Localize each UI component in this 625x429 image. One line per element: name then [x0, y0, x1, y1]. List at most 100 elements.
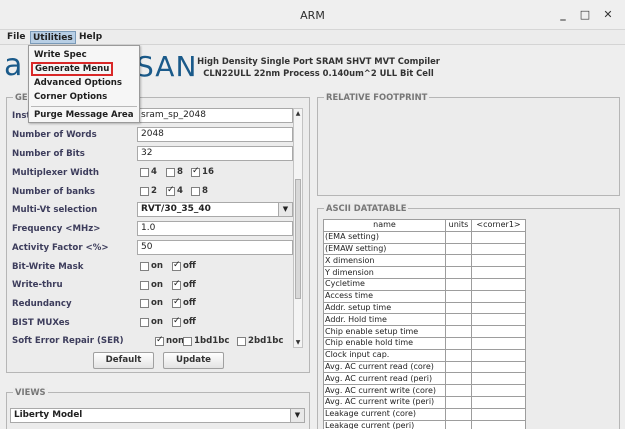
table-cell-name: Leakage current (peri) [323, 419, 446, 429]
minimize-icon[interactable]: _ [556, 8, 570, 22]
ser-2bd1bc-checkbox[interactable] [237, 336, 246, 346]
bank-2-checkbox[interactable] [140, 186, 149, 196]
table-cell-units [445, 348, 472, 362]
table-row: Leakage current (peri) [323, 419, 526, 429]
write-thru-on[interactable]: on [140, 280, 163, 291]
chevron-down-icon[interactable]: ▼ [290, 409, 304, 422]
ser-option-1bd1bc[interactable]: 1bd1bc [183, 336, 230, 347]
table-cell-units [445, 360, 472, 374]
activity-factor-field[interactable]: 50 [137, 240, 293, 255]
frequency-field[interactable]: 1.0 [137, 221, 293, 236]
scroll-down-icon[interactable]: ▼ [294, 338, 302, 347]
table-cell-name: Chip enable setup time [323, 325, 446, 338]
table-row: Addr. setup time [323, 301, 526, 315]
mux-4-checkbox[interactable] [140, 167, 149, 177]
table-cell-units [445, 301, 472, 315]
table-cell-corner1 [471, 289, 526, 303]
menu-utilities[interactable]: Utilities [30, 31, 76, 44]
write-thru-on-checkbox[interactable] [140, 280, 149, 290]
table-cell-units [445, 313, 472, 327]
bit-write-mask-on-checkbox[interactable] [140, 261, 149, 271]
ser-1bd1bc-checkbox[interactable] [183, 336, 192, 346]
menu-item-write-spec[interactable]: Write Spec [34, 49, 87, 61]
table-cell-units [445, 336, 472, 350]
table-cell-corner1 [471, 384, 526, 397]
menu-item-corner-options[interactable]: Corner Options [34, 91, 107, 103]
table-cell-units [445, 277, 472, 291]
table-cell-name: Y dimension [323, 266, 446, 279]
menu-help[interactable]: Help [77, 31, 104, 44]
bank-option-2[interactable]: 2 [140, 186, 157, 197]
bank-option-8[interactable]: 8 [191, 186, 208, 197]
views-select[interactable]: Liberty Model ▼ [10, 408, 305, 423]
redundancy-on-checkbox[interactable] [140, 298, 149, 308]
update-button[interactable]: Update [163, 352, 224, 369]
utilities-menu: Write Spec Generate Menu Advanced Option… [28, 45, 140, 123]
ser-none-checkbox[interactable] [155, 335, 164, 346]
maximize-icon[interactable]: □ [578, 8, 592, 22]
write-thru-off-checkbox[interactable] [172, 279, 181, 290]
ascii-datatable: name units <corner1> (EMA setting) (EMAW … [323, 219, 526, 429]
table-header-row: name units <corner1> [323, 219, 526, 232]
table-row: Access time [323, 289, 526, 303]
write-thru-off[interactable]: off [172, 279, 196, 291]
mux-option-4[interactable]: 4 [140, 167, 157, 178]
relative-footprint-panel: RELATIVE FOOTPRINT [317, 92, 620, 196]
menu-item-generate-menu[interactable]: Generate Menu [31, 62, 113, 76]
table-cell-name: Access time [323, 289, 446, 303]
bank-4-checkbox[interactable] [166, 185, 175, 196]
default-button[interactable]: Default [93, 352, 154, 369]
table-cell-units [445, 372, 472, 386]
redundancy-off-checkbox[interactable] [172, 297, 181, 308]
table-cell-units [445, 407, 472, 421]
table-cell-corner1 [471, 372, 526, 386]
table-cell-corner1 [471, 419, 526, 429]
close-icon[interactable]: ✕ [601, 8, 615, 22]
bank-8-checkbox[interactable] [191, 186, 200, 196]
mux-option-16[interactable]: 16 [191, 166, 214, 178]
table-cell-corner1 [471, 266, 526, 279]
scroll-thumb[interactable] [295, 179, 301, 299]
number-of-words-label: Number of Words [12, 130, 97, 140]
multi-vt-select[interactable]: RVT/30_35_40 ▼ [137, 202, 293, 217]
ser-label: Soft Error Repair (SER) [12, 336, 124, 346]
table-cell-corner1 [471, 230, 526, 244]
column-header-name: name [323, 219, 446, 232]
bit-write-mask-on[interactable]: on [140, 261, 163, 272]
number-of-bits-label: Number of Bits [12, 149, 85, 159]
table-row: Addr. Hold time [323, 313, 526, 327]
menu-item-purge-message-area[interactable]: Purge Message Area [34, 109, 134, 121]
number-of-words-field[interactable]: 2048 [137, 127, 293, 142]
number-of-bits-field[interactable]: 32 [137, 146, 293, 161]
mux-16-checkbox[interactable] [191, 166, 200, 177]
bank-option-4[interactable]: 4 [166, 185, 183, 197]
bit-write-mask-off[interactable]: off [172, 260, 196, 272]
table-cell-units [445, 242, 472, 256]
ser-option-2bd1bc[interactable]: 2bd1bc [237, 336, 284, 347]
write-thru-label: Write-thru [12, 280, 63, 290]
mux-option-8[interactable]: 8 [166, 167, 183, 178]
table-cell-name: Addr. Hold time [323, 313, 446, 327]
menu-file[interactable]: File [5, 31, 27, 44]
mux-8-checkbox[interactable] [166, 167, 175, 177]
table-row: Leakage current (core) [323, 407, 526, 421]
table-row: (EMAW setting) [323, 242, 526, 256]
ascii-datatable-legend: ASCII DATATABLE [324, 203, 409, 213]
redundancy-off[interactable]: off [172, 297, 196, 309]
views-selected-value: Liberty Model [14, 410, 83, 420]
bist-mux-off[interactable]: off [172, 316, 196, 328]
scroll-up-icon[interactable]: ▲ [294, 109, 302, 118]
table-cell-name: Avg. AC current read (peri) [323, 372, 446, 386]
general-scrollbar[interactable]: ▲ ▼ [293, 108, 303, 348]
redundancy-label: Redundancy [12, 299, 72, 309]
bist-mux-off-checkbox[interactable] [172, 316, 181, 327]
menu-item-advanced-options[interactable]: Advanced Options [34, 77, 122, 89]
chevron-down-icon[interactable]: ▼ [278, 203, 292, 216]
menu-bar: File Utilities Help [0, 30, 625, 45]
bit-write-mask-off-checkbox[interactable] [172, 260, 181, 271]
bist-mux-on-checkbox[interactable] [140, 317, 149, 327]
redundancy-on[interactable]: on [140, 298, 163, 309]
instance-name-field[interactable]: sram_sp_2048 [137, 108, 293, 123]
bist-mux-on[interactable]: on [140, 317, 163, 328]
bit-write-mask-label: Bit-Write Mask [12, 262, 84, 272]
